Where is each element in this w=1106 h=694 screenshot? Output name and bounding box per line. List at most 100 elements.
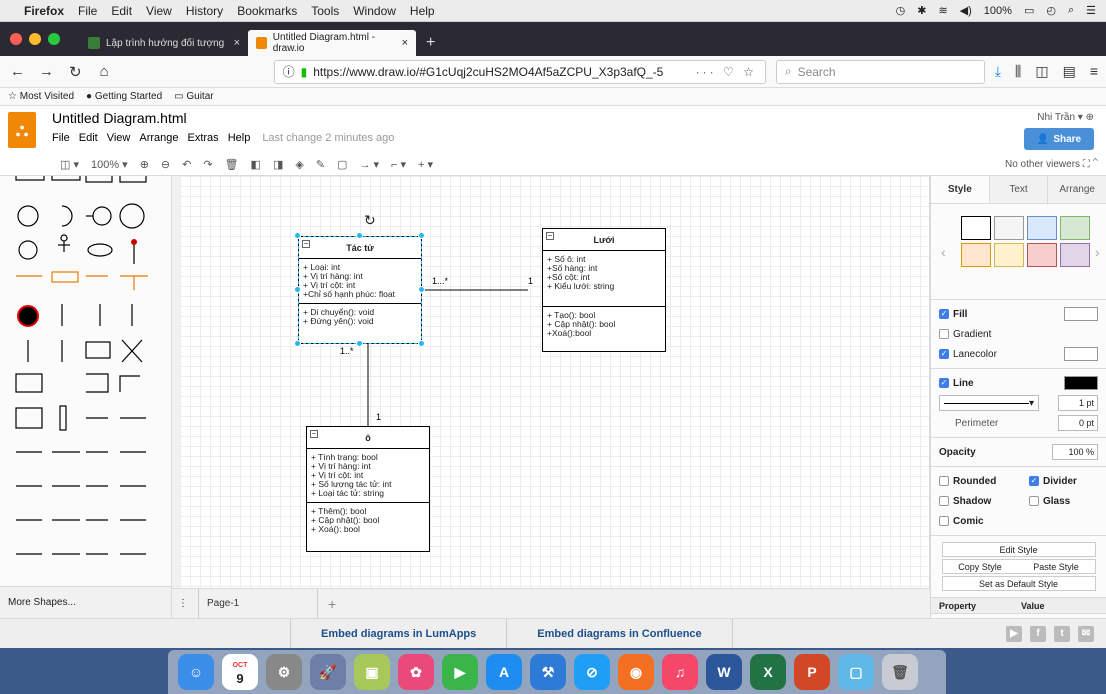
glass-checkbox[interactable] <box>1029 496 1039 506</box>
firefox-icon[interactable]: ◉ <box>618 654 654 690</box>
zoom-window-button[interactable] <box>48 33 60 45</box>
resize-handle[interactable] <box>418 232 425 239</box>
browser-tab-drawio[interactable]: Untitled Diagram.html - draw.io × <box>248 30 416 56</box>
app-store-icon[interactable]: A <box>486 654 522 690</box>
bookmark-guitar[interactable]: ▭ Guitar <box>174 91 213 102</box>
timemachine-icon[interactable]: ◷ <box>896 4 906 17</box>
resize-handle[interactable] <box>294 340 301 347</box>
sidebar-icon[interactable]: ◫ <box>1035 63 1048 80</box>
feedback-icon[interactable]: ✉ <box>1078 625 1094 642</box>
line-checkbox[interactable]: ✓ <box>939 378 949 388</box>
photos-icon[interactable]: ✿ <box>398 654 434 690</box>
globe-icon[interactable]: ⊕ <box>1086 112 1094 123</box>
bookmark-most-visited[interactable]: ☆ Most Visited <box>8 91 74 102</box>
class-header[interactable]: − ô <box>307 427 429 449</box>
style-swatch[interactable] <box>961 243 991 267</box>
finder-icon[interactable]: ☺ <box>178 654 214 690</box>
lanecolor-picker[interactable] <box>1064 347 1098 361</box>
chevron-left-icon[interactable]: ‹ <box>941 244 946 260</box>
style-swatch[interactable] <box>961 216 991 240</box>
trash-icon[interactable]: 🗑 <box>882 654 918 690</box>
resize-handle[interactable] <box>294 232 301 239</box>
perimeter-input[interactable]: 0 pt <box>1058 415 1098 431</box>
powerpoint-icon[interactable]: P <box>794 654 830 690</box>
add-page-icon[interactable]: + <box>328 596 336 612</box>
zoom-dropdown[interactable]: 100% ▾ <box>91 158 128 171</box>
menu-help[interactable]: Help <box>228 132 251 144</box>
format-panel-toggle-icon[interactable]: ◫ ▾ <box>60 158 79 171</box>
notification-center-icon[interactable]: ☰ <box>1086 4 1096 17</box>
style-swatch[interactable] <box>994 216 1024 240</box>
menubar-app-name[interactable]: Firefox <box>24 4 64 18</box>
pages-menu-icon[interactable]: ⋮ <box>178 598 188 609</box>
multiplicity-label[interactable]: 1..* <box>340 346 354 356</box>
close-tab-icon[interactable]: × <box>234 37 240 49</box>
gradient-checkbox[interactable] <box>939 329 949 339</box>
collapse-icon[interactable]: − <box>310 430 318 438</box>
uml-class-tac-tu[interactable]: − Tác tử + Loại: int + Vị trí hàng: int … <box>298 236 422 344</box>
word-icon[interactable]: W <box>706 654 742 690</box>
fill-checkbox[interactable]: ✓ <box>939 309 949 319</box>
fullscreen-icon[interactable]: ⛶ <box>1083 159 1090 170</box>
fill-color-picker[interactable] <box>1064 307 1098 321</box>
bluetooth-icon[interactable]: ✱ <box>917 4 926 17</box>
resize-handle[interactable] <box>356 232 363 239</box>
diagram-canvas[interactable]: ↻ − Tác tử + Loại: int + Vị trí hàng: in… <box>180 176 930 588</box>
collapse-icon[interactable]: ⌃ <box>1093 159 1098 170</box>
opacity-input[interactable]: 100 % <box>1052 444 1098 460</box>
style-swatch[interactable] <box>994 243 1024 267</box>
facebook-icon[interactable]: f <box>1030 625 1046 642</box>
volume-icon[interactable]: ◀) <box>960 4 972 17</box>
menu-extras[interactable]: Extras <box>188 132 219 144</box>
style-swatch[interactable] <box>1027 216 1057 240</box>
reload-icon[interactable]: ↻ <box>66 63 85 81</box>
chevron-right-icon[interactable]: › <box>1095 244 1100 260</box>
line-style-select[interactable]: ▾ <box>939 395 1039 411</box>
page-actions-icon[interactable]: ··· ♡ ☆ <box>696 65 757 79</box>
class-methods[interactable]: + Di chuyển(): void + Đứng yên(): void <box>299 304 421 330</box>
drawio-logo-icon[interactable]: ⛬ <box>8 112 36 148</box>
style-swatch[interactable] <box>1060 243 1090 267</box>
set-default-style-button[interactable]: Set as Default Style <box>941 576 1096 591</box>
multiplicity-label[interactable]: 1...* <box>432 276 448 286</box>
tab-text[interactable]: Text <box>988 176 1048 203</box>
menubar-item-history[interactable]: History <box>186 4 223 18</box>
menubar-item-file[interactable]: File <box>78 4 97 18</box>
forward-icon[interactable]: → <box>37 63 56 80</box>
tab-arrange[interactable]: Arrange <box>1047 176 1106 203</box>
resize-handle[interactable] <box>418 340 425 347</box>
menu-arrange[interactable]: Arrange <box>139 132 178 144</box>
battery-icon[interactable]: ▭ <box>1024 4 1034 17</box>
menu-icon[interactable]: ≡ <box>1090 63 1098 80</box>
document-title[interactable]: Untitled Diagram.html <box>52 110 187 126</box>
insert-icon[interactable]: + ▾ <box>418 158 433 171</box>
new-tab-button[interactable]: + <box>416 30 445 56</box>
back-icon[interactable]: ← <box>8 63 27 80</box>
tab-style[interactable]: Style <box>931 176 989 203</box>
menubar-item-window[interactable]: Window <box>353 4 396 18</box>
undo-icon[interactable]: ↶ <box>182 158 191 171</box>
more-shapes-button[interactable]: More Shapes... <box>0 586 172 618</box>
reader-icon[interactable]: ▤ <box>1063 63 1076 80</box>
fill-color-icon[interactable]: ◈ <box>295 158 303 171</box>
menu-file[interactable]: File <box>52 132 70 144</box>
class-methods[interactable]: + Thêm(): bool + Cập nhật(): bool + Xoá(… <box>307 503 429 538</box>
share-button[interactable]: 👤 Share <box>1024 128 1094 150</box>
menubar-item-edit[interactable]: Edit <box>111 4 132 18</box>
clock-icon[interactable]: ◴ <box>1046 4 1056 17</box>
line-color-icon[interactable]: ✎ <box>316 158 325 171</box>
page-tab-1[interactable]: Page-1 <box>198 588 318 619</box>
connection-icon[interactable]: → ▾ <box>359 158 379 171</box>
multiplicity-label[interactable]: 1 <box>528 276 533 286</box>
close-tab-icon[interactable]: × <box>402 37 408 49</box>
home-icon[interactable]: ⌂ <box>95 63 114 80</box>
waypoints-icon[interactable]: ⌐ ▾ <box>391 158 406 171</box>
resize-handle[interactable] <box>294 286 301 293</box>
copy-style-button[interactable]: Copy Style <box>958 562 1002 572</box>
to-back-icon[interactable]: ◨ <box>273 158 283 171</box>
rounded-checkbox[interactable] <box>939 476 949 486</box>
property-table-header[interactable]: Property Value <box>931 598 1106 614</box>
calendar-icon[interactable]: OCT 9 <box>222 654 258 690</box>
youtube-icon[interactable]: ▶ <box>1006 625 1022 642</box>
menubar-item-tools[interactable]: Tools <box>311 4 339 18</box>
